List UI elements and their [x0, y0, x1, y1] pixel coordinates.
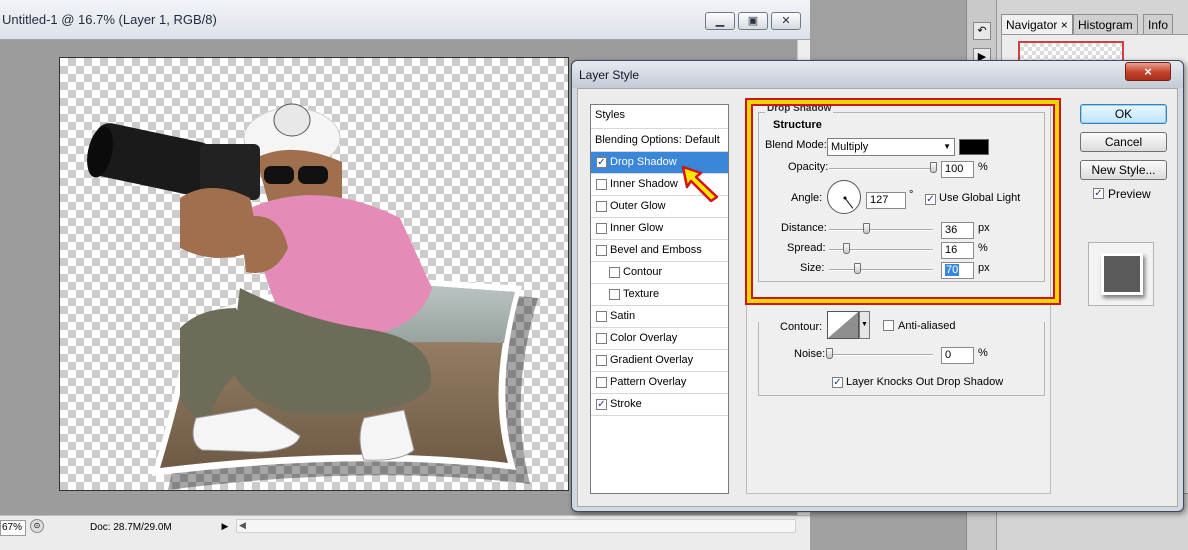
style-item-label: Stroke [610, 398, 642, 410]
new-style-button[interactable]: New Style... [1080, 160, 1167, 180]
minimize-button[interactable]: ▁ [705, 12, 735, 30]
contour-dropdown-arrow-icon[interactable]: ▼ [859, 311, 870, 339]
dialog-titlebar[interactable]: Layer Style × [572, 61, 1183, 88]
style-item-label: Texture [623, 288, 660, 300]
knockout-label: Layer Knocks Out Drop Shadow [846, 376, 1004, 388]
noise-slider-thumb[interactable] [826, 348, 833, 359]
style-item[interactable]: Satin [591, 306, 728, 328]
style-item-label: Contour [623, 266, 663, 278]
style-item-label: Blending Options: Default [595, 134, 720, 146]
restore-button[interactable]: ▣ [738, 12, 768, 30]
style-item-checkbox[interactable] [596, 311, 607, 322]
style-item-checkbox[interactable] [596, 377, 607, 388]
style-item[interactable]: Inner Glow [591, 218, 728, 240]
layer-style-dialog: Layer Style × Styles Blending Options: De… [571, 60, 1184, 512]
panel-tabs: Navigator × Histogram Info [1001, 14, 1188, 34]
ok-button[interactable]: OK [1080, 104, 1167, 124]
style-item[interactable]: Pattern Overlay [591, 372, 728, 394]
style-item-label: Inner Glow [610, 222, 664, 234]
style-item[interactable]: Color Overlay [591, 328, 728, 350]
style-item-label: Satin [610, 310, 636, 322]
style-item-label: Inner Shadow [610, 178, 678, 190]
style-item[interactable]: ✓ Stroke [591, 394, 728, 416]
noise-label: Noise: [794, 348, 826, 360]
minimize-icon: ▁ [715, 14, 725, 27]
document-titlebar[interactable]: Untitled-1 @ 16.7% (Layer 1, RGB/8) ▁ ▣ … [0, 0, 810, 40]
dialog-body: Styles Blending Options: Default ✓ Drop Sha… [577, 88, 1178, 507]
style-item[interactable]: Gradient Overlay [591, 350, 728, 372]
contour-curve-icon [828, 312, 858, 338]
status-menu-arrow-icon[interactable]: ▶ [219, 519, 231, 533]
style-item[interactable]: Blending Options: Default [591, 130, 728, 152]
style-item-label: Bevel and Emboss [610, 244, 702, 256]
cancel-button[interactable]: Cancel [1080, 132, 1167, 152]
style-item-checkbox[interactable] [609, 267, 620, 278]
style-item-label: Drop Shadow [610, 156, 677, 168]
close-window-button[interactable]: ✕ [771, 12, 801, 30]
style-item-label: Outer Glow [610, 200, 666, 212]
close-icon: ✕ [781, 14, 791, 27]
preview-checkbox[interactable]: ✓ [1093, 188, 1104, 199]
restore-icon: ▣ [747, 14, 759, 27]
noise-field[interactable]: 0 [941, 347, 974, 364]
style-item-checkbox[interactable] [596, 355, 607, 366]
horizontal-scrollbar[interactable]: ◀ [236, 519, 796, 533]
preview-swatch [1101, 253, 1143, 295]
style-item-checkbox[interactable]: ✓ [596, 157, 607, 168]
zoom-field[interactable]: 67% [0, 520, 26, 536]
dialog-close-button[interactable]: × [1125, 62, 1171, 81]
scroll-left-icon[interactable]: ◀ [239, 520, 246, 531]
style-item[interactable]: Bevel and Emboss [591, 240, 728, 262]
status-bar: 67% ⊙ Doc: 28.7M/29.0M ▶ ◀ [0, 515, 810, 550]
tab-info[interactable]: Info [1143, 14, 1174, 34]
style-item-label: Styles [595, 109, 625, 121]
style-item-checkbox[interactable] [596, 245, 607, 256]
noise-slider[interactable] [829, 354, 933, 356]
history-icon[interactable]: ↶ [973, 22, 991, 40]
noise-unit: % [978, 347, 988, 359]
photo-image [87, 103, 538, 490]
zoom-icon[interactable]: ⊙ [30, 519, 44, 533]
style-item-checkbox[interactable] [609, 289, 620, 300]
style-item-label: Pattern Overlay [610, 376, 687, 388]
preview-label: Preview [1108, 187, 1151, 201]
anti-aliased-label: Anti-aliased [898, 320, 956, 332]
dialog-title: Layer Style [579, 68, 640, 82]
contour-label: Contour: [780, 321, 823, 333]
tab-navigator[interactable]: Navigator × [1001, 14, 1073, 34]
contour-picker[interactable] [827, 311, 859, 339]
style-item-label: Color Overlay [610, 332, 678, 344]
style-item-checkbox[interactable] [596, 201, 607, 212]
image-canvas[interactable] [59, 57, 569, 491]
style-item-checkbox[interactable]: ✓ [596, 399, 607, 410]
style-item[interactable]: Texture [591, 284, 728, 306]
highlight-annotation-box [745, 98, 1061, 305]
tab-histogram[interactable]: Histogram [1073, 14, 1138, 34]
style-item-checkbox[interactable] [596, 333, 607, 344]
document-size: Doc: 28.7M/29.0M [90, 522, 172, 533]
style-item-label: Gradient Overlay [610, 354, 694, 366]
style-item[interactable]: Contour [591, 262, 728, 284]
style-item-checkbox[interactable] [596, 223, 607, 234]
document-title: Untitled-1 @ 16.7% (Layer 1, RGB/8) [2, 12, 217, 27]
style-item-checkbox[interactable] [596, 179, 607, 190]
preview-frame [1088, 242, 1154, 306]
anti-aliased-checkbox[interactable] [883, 320, 894, 331]
pointer-arrow-icon [681, 165, 719, 203]
knockout-checkbox[interactable]: ✓ [832, 377, 843, 388]
style-item[interactable]: Styles [591, 105, 728, 129]
